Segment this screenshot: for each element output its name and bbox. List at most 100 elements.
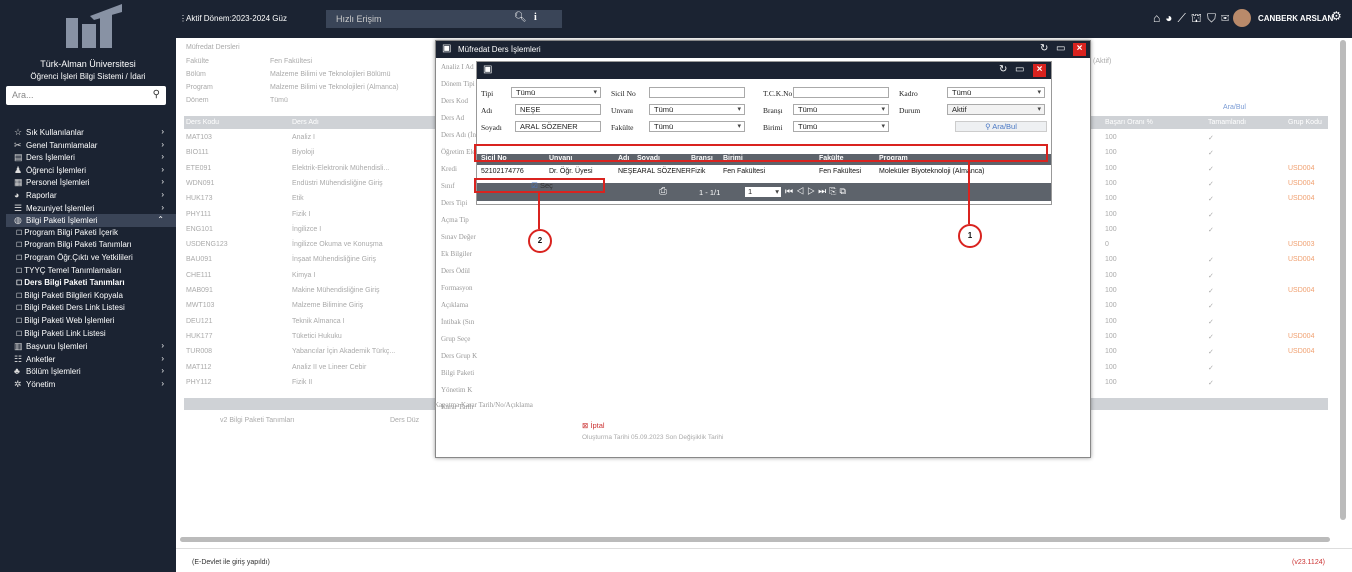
tipi-select[interactable]: Tümü [511,87,601,98]
search-button[interactable]: ⚲ Ara/Bul [955,121,1047,132]
bg-search-button[interactable]: Ara/Bul [1223,104,1246,111]
shield-icon[interactable]: ⛉ [1207,11,1221,25]
bg-cell: Malzeme Bilimine Giriş [292,302,364,310]
globe-icon: ◍ [14,215,22,226]
student-icon: ♟ [14,164,23,175]
chevron-right-icon: › [161,177,164,187]
sidebar-item-6[interactable]: ☰ Mezuniyet İşlemleri › [6,202,176,215]
sidebar-item-2[interactable]: ▤ Ders İşlemleri › [6,151,176,164]
modal-side-label: Öğretim Ele [441,148,476,156]
label-sicil: Sicil No [611,89,636,98]
bg-cell: 100 [1105,302,1117,310]
sidebar-subitem-0[interactable]: ☐ Program Bilgi Paketi İçerik [6,227,176,240]
chevron-right-icon: › [161,164,164,174]
sidebar-subitem-4[interactable]: ☐ Ders Bilgi Paketi Tanımları [6,277,176,290]
maximize-icon[interactable]: ▭ [1015,64,1024,75]
brans-select[interactable]: Tümü [793,104,889,115]
sidebar-subitem-6[interactable]: ☐ Bilgi Paketi Ders Link Listesi [6,302,176,315]
tab-ders-duz[interactable]: Ders Düz [390,417,419,424]
sidebar-item-4[interactable]: ▦ Personel İşlemleri › [6,176,176,189]
home-icon[interactable]: ⌂ [1153,11,1165,25]
modal-side-label: Ek Bilgiler [441,250,472,258]
soyadi-input[interactable]: ARAL SÖZENER [515,121,601,132]
info-icon[interactable]: i [534,12,537,23]
modal-side-label: Ders Kod [441,97,469,105]
sidebar-subitem-1[interactable]: ☐ Program Bilgi Paketi Tanımları [6,239,176,252]
bg-cell: ENG101 [186,225,213,233]
kadro-select[interactable]: Tümü [947,87,1045,98]
tckn-input[interactable] [793,87,889,98]
bg-cell: Etik [292,195,304,203]
bank-icon[interactable]: ⛫ [1191,11,1207,25]
gears-icon: ✲ [14,378,22,389]
bg-cell: 100 [1105,363,1117,371]
refresh-icon[interactable]: ↻ [1040,43,1048,54]
bg-cell: ✓ [1208,226,1214,234]
settings-gear-icon[interactable]: ⚙ [1331,9,1342,23]
bg-cell: USD004 [1288,348,1315,356]
tab-v2-bilgi-paketi[interactable]: v2 Bilgi Paketi Tanımları [220,417,295,424]
user-name[interactable]: CANBERK ARSLAN [1258,14,1333,23]
sicil-input[interactable] [649,87,745,98]
label-unvan: Unvanı [611,106,634,115]
horizontal-scrollbar[interactable] [180,537,1330,542]
fakulte-select[interactable]: Tümü [649,121,745,132]
sidebar-subitem-label: TYYÇ Temel Tanımlamaları [24,265,122,275]
close-icon[interactable]: × [1033,64,1046,77]
sidebar-item2-1[interactable]: ☷ Anketler › [6,353,176,366]
sidebar-item-0[interactable]: ☆ Sık Kullanılanlar › [6,126,176,139]
sidebar-item-3[interactable]: ♟ Öğrenci İşlemleri › [6,164,176,177]
bg-col-header: Başarı Oranı % [1105,119,1153,126]
sidebar-subitem-8[interactable]: ☐ Bilgi Paketi Link Listesi [6,328,176,341]
sidebar-item2-3[interactable]: ✲ Yönetim › [6,378,176,391]
bg-right-select: (Aktif) [1093,58,1112,65]
vertical-scrollbar[interactable] [1340,40,1346,520]
bg-form-title: Müfredat Dersleri [186,44,240,51]
bg-cell: 100 [1105,210,1117,218]
results-cell: Dr. Öğr. Üyesi [549,168,593,175]
active-period[interactable]: Aktif Dönem:2023-2024 Güz [186,14,287,23]
avatar[interactable] [1233,9,1251,27]
sidebar-subitem-2[interactable]: ☐ Program Öğr.Çıktı ve Yetkilileri [6,252,176,265]
bg-cell: Analiz I [292,134,315,141]
sidebar-search-input[interactable]: Ara... ⚲ [6,86,166,105]
print-icon[interactable]: ⎙ [659,186,667,197]
square-icon: ☐ [16,242,25,250]
bg-cell: USD004 [1288,195,1315,203]
sidebar-subitem-5[interactable]: ☐ Bilgi Paketi Bilgileri Kopyala [6,290,176,303]
cancel-button[interactable]: ⊠ İptal [582,421,605,430]
chart-line-icon[interactable]: ⟋ [1178,11,1191,25]
search-icon[interactable]: ⚲ [153,89,160,100]
sidebar-item-7[interactable]: ◍ Bilgi Paketi İşlemleri ⌃ [6,214,176,227]
adi-input[interactable]: NEŞE [515,104,601,115]
pie-icon[interactable]: ◕ [1165,11,1177,25]
page-select[interactable]: 1 ▾ [745,187,781,197]
durum-select[interactable]: Aktif [947,104,1045,115]
search-icon[interactable]: 🔍︎ [514,12,527,23]
bg-cell: ✓ [1208,180,1214,188]
bg-cell: ✓ [1208,318,1214,326]
chevron-right-icon: › [161,189,164,199]
sidebar-item2-2[interactable]: ♣ Bölüm İşlemleri › [6,365,176,378]
quick-access-input[interactable]: Hızlı Erişim 🔍︎ i [326,10,562,28]
label-tipi: Tipi [481,89,494,98]
unvan-select[interactable]: Tümü [649,104,745,115]
label-fakulte: Fakülte [611,123,634,132]
modal-side-label: Sınav Değer [441,233,476,241]
sidebar-item-5[interactable]: ◕ Raporlar › [6,189,176,202]
refresh-icon[interactable]: ↻ [999,64,1007,75]
sidebar-item2-0[interactable]: ▥ Başvuru İşlemleri › [6,340,176,353]
close-icon[interactable]: × [1073,43,1086,56]
bg-cell: CHE111 [186,271,212,279]
callout-line-2 [538,193,540,229]
bg-label: Program [186,84,213,91]
square-icon: ☐ [16,267,25,275]
sidebar-subitem-7[interactable]: ☐ Bilgi Paketi Web İşlemleri [6,315,176,328]
sidebar-item-1[interactable]: ✂ Genel Tanımlamalar › [6,139,176,152]
birimi-select[interactable]: Tümü [793,121,889,132]
square-icon: ☐ [16,280,25,288]
sidebar-subitem-3[interactable]: ☐ TYYÇ Temel Tanımlamaları [6,265,176,278]
bg-cell: ✓ [1208,288,1214,295]
pager-nav-icons[interactable]: ⏮◁▷⏭⎘⧉ [785,186,849,197]
maximize-icon[interactable]: ▭ [1056,43,1065,54]
